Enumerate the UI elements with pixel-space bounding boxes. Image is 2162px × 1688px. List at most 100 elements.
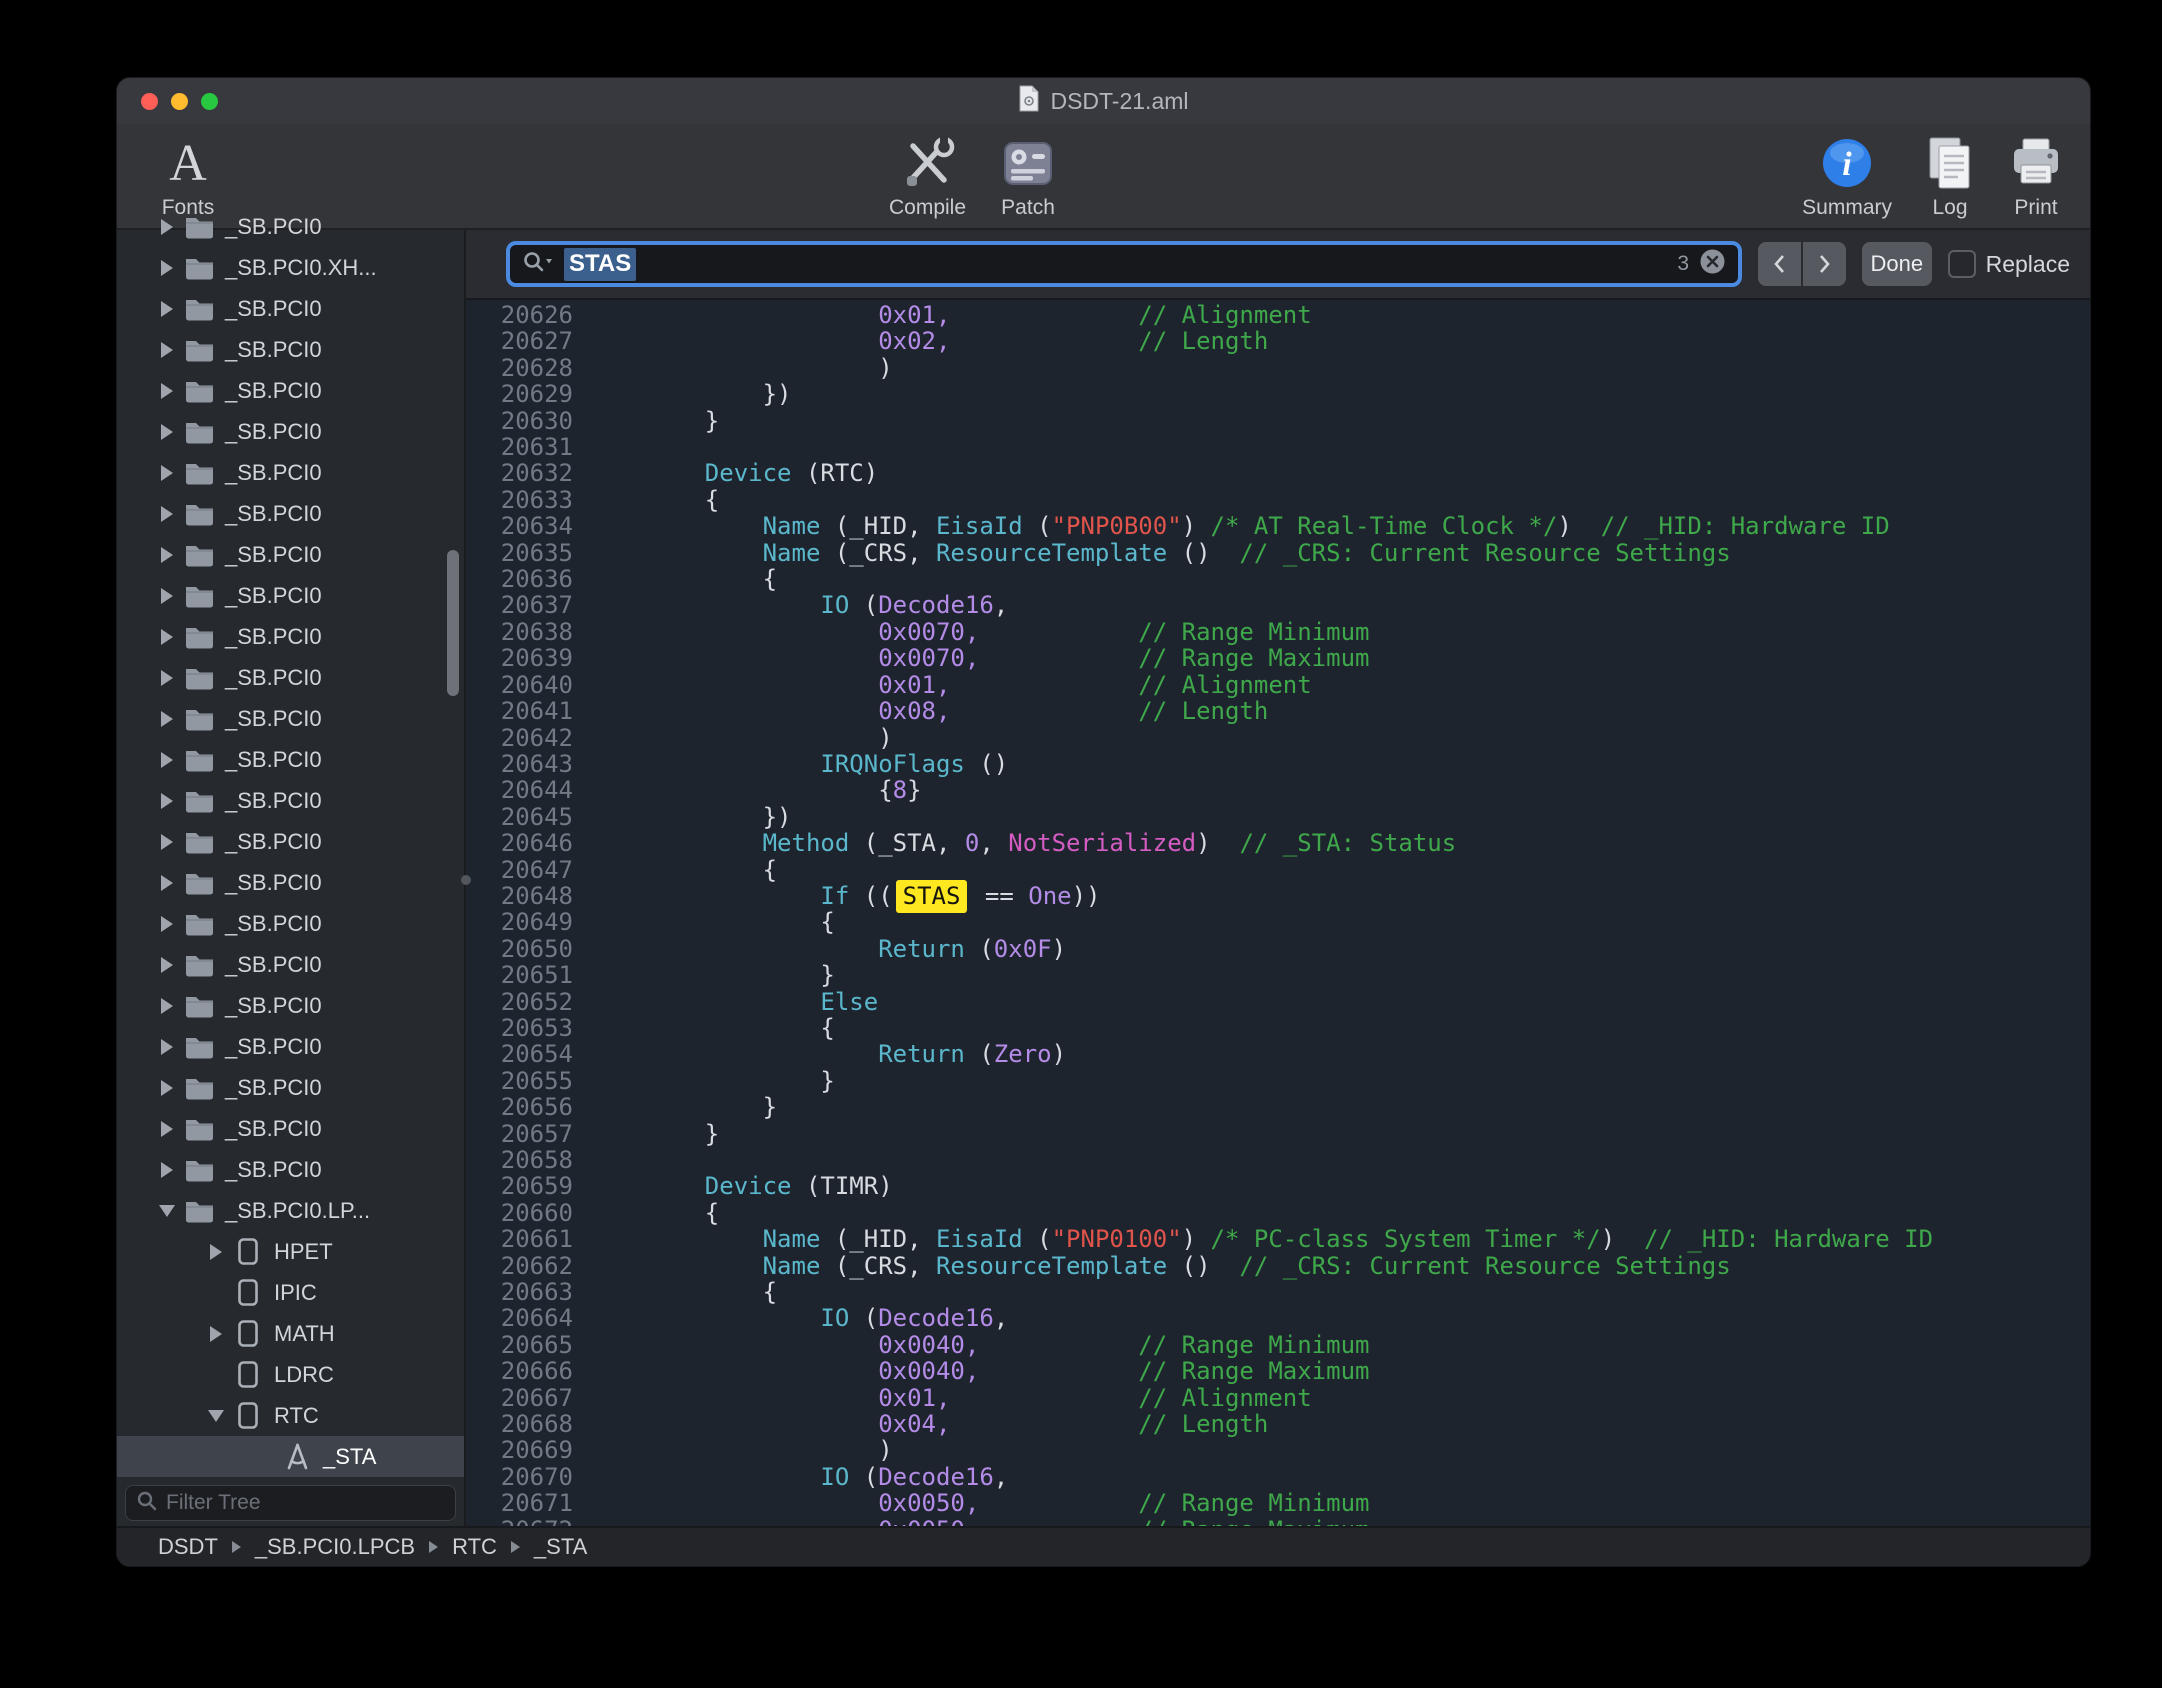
filter-tree-input[interactable] — [166, 1491, 445, 1515]
line-number: 20643 — [466, 751, 573, 777]
breadcrumb-item[interactable]: DSDT — [158, 1534, 218, 1560]
tree-item-label: _SB.PCI0 — [225, 911, 322, 937]
disclosure-down-icon[interactable] — [153, 1205, 181, 1217]
tree-item-ipic[interactable]: IPIC — [117, 1272, 464, 1313]
disclosure-right-icon[interactable] — [153, 752, 181, 768]
find-input[interactable]: STAS 3 — [506, 241, 1742, 287]
sidebar-scrollbar[interactable] — [447, 550, 459, 696]
disclosure-right-icon[interactable] — [153, 424, 181, 440]
disclosure-right-icon[interactable] — [153, 793, 181, 809]
disclosure-right-icon[interactable] — [153, 219, 181, 235]
filter-tree-field[interactable] — [125, 1485, 456, 1521]
disclosure-right-icon[interactable] — [153, 670, 181, 686]
code-text: { — [647, 487, 719, 513]
tree-item-sb-pci0[interactable]: _SB.PCI0 — [117, 1067, 464, 1108]
app-window: DSDT-21.aml A Fonts — [116, 77, 2091, 1567]
log-button[interactable]: Log — [1922, 124, 1978, 228]
tree-item-sb-pci0[interactable]: _SB.PCI0 — [117, 1149, 464, 1190]
disclosure-right-icon[interactable] — [153, 465, 181, 481]
tree-item-sb-pci0[interactable]: _SB.PCI0 — [117, 780, 464, 821]
disclosure-right-icon[interactable] — [153, 711, 181, 727]
code-editor[interactable]: 20626 0x01, // Alignment20627 0x02, // L… — [466, 300, 2090, 1526]
tree-item-sb-pci0[interactable]: _SB.PCI0 — [117, 534, 464, 575]
done-button[interactable]: Done — [1862, 242, 1932, 286]
tree-item-label: _SB.PCI0 — [225, 1157, 322, 1183]
line-number: 20658 — [466, 1147, 573, 1173]
disclosure-right-icon[interactable] — [153, 547, 181, 563]
tree-item-sb-pci0[interactable]: _SB.PCI0 — [117, 903, 464, 944]
find-next-button[interactable] — [1803, 242, 1846, 286]
tree-item-sb-pci0[interactable]: _SB.PCI0 — [117, 1026, 464, 1067]
tree-item-sb-pci0[interactable]: _SB.PCI0 — [117, 575, 464, 616]
patch-button[interactable]: Patch — [1000, 124, 1056, 228]
tree-item-sb-pci0[interactable]: _SB.PCI0 — [117, 206, 464, 247]
folder-icon — [181, 624, 217, 649]
disclosure-right-icon[interactable] — [153, 629, 181, 645]
disclosure-right-icon[interactable] — [153, 506, 181, 522]
disclosure-right-icon[interactable] — [153, 998, 181, 1014]
tree-item-sb-pci0[interactable]: _SB.PCI0 — [117, 698, 464, 739]
close-button[interactable] — [141, 93, 158, 110]
disclosure-right-icon[interactable] — [153, 875, 181, 891]
disclosure-right-icon[interactable] — [153, 301, 181, 317]
tree-item-sta[interactable]: _STA — [117, 1436, 464, 1477]
print-button[interactable]: Print — [2008, 124, 2064, 228]
disclosure-down-icon[interactable] — [202, 1410, 230, 1422]
code-line: 20635 Name (_CRS, ResourceTemplate () //… — [466, 540, 2090, 566]
tree-item-sb-pci0[interactable]: _SB.PCI0 — [117, 944, 464, 985]
breadcrumb-item[interactable]: _STA — [534, 1534, 587, 1560]
disclosure-right-icon[interactable] — [153, 1039, 181, 1055]
disclosure-right-icon[interactable] — [153, 260, 181, 276]
tree-item-sb-pci0[interactable]: _SB.PCI0 — [117, 985, 464, 1026]
find-nav-segment — [1758, 242, 1846, 286]
find-previous-button[interactable] — [1758, 242, 1801, 286]
tree-item-sb-pci0[interactable]: _SB.PCI0 — [117, 821, 464, 862]
disclosure-right-icon[interactable] — [153, 1080, 181, 1096]
code-text: ) — [647, 725, 893, 751]
device-icon — [230, 1360, 266, 1389]
disclosure-right-icon[interactable] — [153, 1162, 181, 1178]
compile-button[interactable]: Compile — [889, 124, 966, 228]
clear-search-icon[interactable] — [1699, 248, 1726, 280]
disclosure-right-icon[interactable] — [153, 834, 181, 850]
tree-item-math[interactable]: MATH — [117, 1313, 464, 1354]
disclosure-right-icon[interactable] — [153, 957, 181, 973]
disclosure-right-icon[interactable] — [153, 342, 181, 358]
tree-item-rtc[interactable]: RTC — [117, 1395, 464, 1436]
line-number: 20640 — [466, 672, 573, 698]
tree-item-sb-pci0[interactable]: _SB.PCI0 — [117, 493, 464, 534]
tree-item-sb-pci0[interactable]: _SB.PCI0 — [117, 657, 464, 698]
minimize-button[interactable] — [171, 93, 188, 110]
tree-item-sb-pci0[interactable]: _SB.PCI0 — [117, 288, 464, 329]
tree-item-sb-pci0[interactable]: _SB.PCI0 — [117, 370, 464, 411]
tree-item-sb-pci0[interactable]: _SB.PCI0 — [117, 616, 464, 657]
titlebar[interactable]: DSDT-21.aml — [117, 78, 2090, 124]
disclosure-right-icon[interactable] — [153, 588, 181, 604]
tree-item-sb-pci0[interactable]: _SB.PCI0 — [117, 411, 464, 452]
code-text: IO (Decode16, — [647, 1464, 1008, 1490]
tree-item-sb-pci0[interactable]: _SB.PCI0 — [117, 452, 464, 493]
search-menu-icon[interactable] — [522, 250, 554, 279]
code-line: 20668 0x04, // Length — [466, 1411, 2090, 1437]
splitter-handle[interactable] — [461, 875, 471, 885]
tree-item-sb-pci0[interactable]: _SB.PCI0 — [117, 329, 464, 370]
disclosure-right-icon[interactable] — [153, 1121, 181, 1137]
disclosure-right-icon[interactable] — [202, 1244, 230, 1260]
tree-item-sb-pci0[interactable]: _SB.PCI0 — [117, 1108, 464, 1149]
zoom-button[interactable] — [201, 93, 218, 110]
breadcrumb-item[interactable]: RTC — [452, 1534, 497, 1560]
replace-checkbox[interactable] — [1948, 250, 1976, 278]
disclosure-right-icon[interactable] — [153, 916, 181, 932]
tree-item-sb-pci0-xh[interactable]: _SB.PCI0.XH... — [117, 247, 464, 288]
disclosure-right-icon[interactable] — [202, 1326, 230, 1342]
breadcrumb-item[interactable]: _SB.PCI0.LPCB — [255, 1534, 415, 1560]
tree-item-sb-pci0-lp[interactable]: _SB.PCI0.LP... — [117, 1190, 464, 1231]
disclosure-right-icon[interactable] — [153, 383, 181, 399]
tree-item-hpet[interactable]: HPET — [117, 1231, 464, 1272]
code-line: 20647 { — [466, 857, 2090, 883]
tree-item-sb-pci0[interactable]: _SB.PCI0 — [117, 739, 464, 780]
tree-item-sb-pci0[interactable]: _SB.PCI0 — [117, 862, 464, 903]
line-number: 20662 — [466, 1253, 573, 1279]
summary-button[interactable]: i Summary — [1802, 124, 1892, 228]
tree-item-ldrc[interactable]: LDRC — [117, 1354, 464, 1395]
